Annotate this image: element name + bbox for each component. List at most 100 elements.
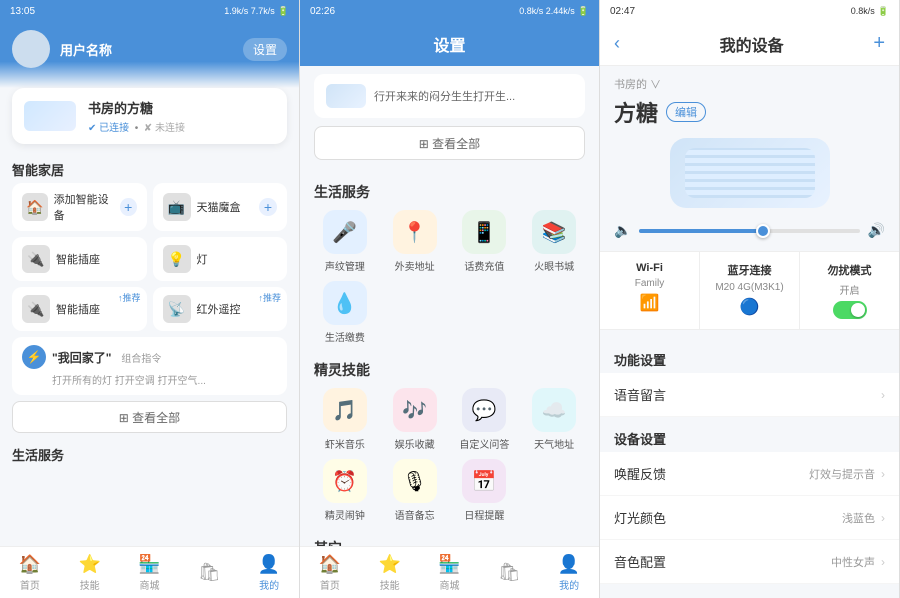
- ir-remote-item[interactable]: 📡 红外遥控 ↑推荐: [153, 287, 288, 331]
- nav-shop-1[interactable]: 🏪 商城: [120, 547, 180, 598]
- p2-top-card[interactable]: 行开来来的闷分生生打开生...: [314, 74, 585, 118]
- skill-weather[interactable]: ☁️ 天气地址: [523, 388, 585, 451]
- service-bookstore[interactable]: 📚 火眼书城: [523, 210, 585, 273]
- device-image: [24, 101, 76, 131]
- voice-config-row[interactable]: 音色配置 中性女声 ›: [600, 540, 899, 584]
- status-icons-3: 0.8k/s 🔋: [851, 6, 889, 17]
- nav-skills-1[interactable]: ⭐ 技能: [60, 547, 120, 598]
- weather-label: 天气地址: [534, 436, 574, 451]
- tmall-icon: 📺: [163, 193, 191, 221]
- p3-device-name: 方糖: [614, 96, 658, 128]
- combo-card[interactable]: ⚡ "我回家了" 组合指令 打开所有的灯 打开空调 打开空气...: [12, 337, 287, 395]
- info-grid: Wi-Fi Family 📶 蓝牙连接 M20 4G(M3K1) 🔵 勿扰模式 …: [600, 251, 899, 330]
- breadcrumb[interactable]: 书房的 ∨: [600, 66, 899, 94]
- add-smart-device[interactable]: 🏠 添加智能设备 +: [12, 183, 147, 231]
- bag-icon-2: 🛍: [498, 562, 521, 583]
- dnd-toggle[interactable]: [833, 301, 867, 319]
- status-icons-2: 0.8k/s 2.44k/s 🔋: [519, 6, 589, 17]
- light-color-value: 浅蓝色: [842, 510, 875, 526]
- tmall-box-item[interactable]: 📺 天猫魔盒 +: [153, 183, 288, 231]
- combo-top: ⚡ "我回家了" 组合指令: [22, 345, 277, 369]
- schedule-label: 日程提醒: [464, 507, 504, 522]
- life-services-grid: 🎤 声纹管理 📍 外卖地址 📱 话费充值 📚 火眼书城 💧 生活缴费: [300, 210, 599, 356]
- service-address[interactable]: 📍 外卖地址: [384, 210, 446, 273]
- settings-top-button[interactable]: 设置: [243, 38, 287, 61]
- p2-view-all-btn[interactable]: ⊞ 查看全部: [314, 126, 585, 160]
- view-all-button-1[interactable]: ⊞ 查看全部: [12, 401, 287, 433]
- wake-feedback-value: 灯效与提示音: [809, 466, 875, 482]
- dnd-cell[interactable]: 勿扰模式 开启: [800, 252, 899, 329]
- battery-icon-3: 🔋: [878, 6, 889, 17]
- light-item[interactable]: 💡 灯: [153, 237, 288, 281]
- bluetooth-icon: 🔵: [740, 297, 760, 317]
- func-settings-header: 功能设置: [600, 344, 899, 373]
- slider-thumb[interactable]: [756, 224, 770, 238]
- signal-text-3: 0.8k/s: [851, 6, 875, 16]
- skill-custom-qa[interactable]: 💬 自定义问答: [454, 388, 516, 451]
- tmall-plus[interactable]: +: [259, 198, 277, 216]
- nav-shop-2[interactable]: 🏪 商城: [420, 547, 480, 598]
- voice-memo-icon: 🎙: [393, 459, 437, 503]
- nav-mine-2[interactable]: 👤 我的: [539, 547, 599, 598]
- add-device-plus[interactable]: +: [120, 198, 136, 216]
- nav-bag-1[interactable]: 🛍: [179, 547, 239, 598]
- bookstore-icon: 📚: [532, 210, 576, 254]
- panel-2: 02:26 0.8k/s 2.44k/s 🔋 设置 行开来来的闷分生生打开生..…: [300, 0, 600, 598]
- schedule-icon: 📅: [462, 459, 506, 503]
- wifi-cell[interactable]: Wi-Fi Family 📶: [600, 252, 699, 329]
- device-stripes: [685, 148, 815, 198]
- smart-skills-title: 精灵技能: [300, 356, 599, 388]
- device-name: 书房的方糖: [88, 98, 185, 117]
- status-bar-1: 13:05 1.9k/s 7.7k/s 🔋: [0, 0, 299, 22]
- xiami-label: 虾米音乐: [325, 436, 365, 451]
- dnd-value: 开启: [840, 282, 860, 297]
- nav-home-1[interactable]: 🏠 首页: [0, 547, 60, 598]
- light-color-row[interactable]: 灯光颜色 浅蓝色 ›: [600, 496, 899, 540]
- bluetooth-cell[interactable]: 蓝牙连接 M20 4G(M3K1) 🔵: [700, 252, 799, 329]
- skill-entertainment[interactable]: 🎶 娱乐收藏: [384, 388, 446, 451]
- panel2-scroll: 生活服务 🎤 声纹管理 📍 外卖地址 📱 话费充值 📚 火眼书城 💧 生活缴费: [300, 170, 599, 546]
- smart-socket-2[interactable]: 🔌 智能插座 ↑推荐: [12, 287, 147, 331]
- mine-icon-1: 👤: [258, 554, 280, 575]
- header-2: 设置: [300, 22, 599, 66]
- service-voiceprint[interactable]: 🎤 声纹管理: [314, 210, 376, 273]
- nav-mine-1[interactable]: 👤 我的: [239, 547, 299, 598]
- nav-bag-2[interactable]: 🛍: [479, 547, 539, 598]
- panel3-header: ‹ 我的设备 +: [600, 22, 899, 66]
- skill-schedule[interactable]: 📅 日程提醒: [454, 459, 516, 522]
- time-2: 02:26: [310, 6, 335, 17]
- home-icon: 🏠: [19, 554, 41, 575]
- combo-icon: ⚡: [22, 345, 46, 369]
- light-label: 灯: [197, 251, 208, 267]
- nav-skills-2[interactable]: ⭐ 技能: [360, 547, 420, 598]
- skill-voice-memo[interactable]: 🎙 语音备忘: [384, 459, 446, 522]
- service-topup[interactable]: 📱 话费充值: [454, 210, 516, 273]
- voiceprint-icon: 🎤: [323, 210, 367, 254]
- smart-home-label: 智能家居: [0, 154, 299, 183]
- user-info-row: 用户名称 设置: [12, 30, 287, 68]
- skill-alarm[interactable]: ⏰ 精灵闹钟: [314, 459, 376, 522]
- voice-memo-setting-row[interactable]: 语音留言 ›: [600, 373, 899, 417]
- voiceprint-label: 声纹管理: [325, 258, 365, 273]
- wake-feedback-label: 唤醒反馈: [614, 464, 809, 483]
- add-device-button[interactable]: +: [873, 32, 885, 55]
- signal-text-2: 0.8k/s 2.44k/s: [519, 6, 575, 16]
- skills-icon-1: ⭐: [78, 554, 100, 575]
- nav-home-2[interactable]: 🏠 首页: [300, 547, 360, 598]
- device-card[interactable]: 书房的方糖 ✔ 已连接 • ✘ 未连接: [12, 88, 287, 144]
- edit-device-name-button[interactable]: 编辑: [666, 102, 706, 122]
- service-utility[interactable]: 💧 生活缴费: [314, 281, 376, 344]
- utility-label: 生活缴费: [325, 329, 365, 344]
- signal-text-1: 1.9k/s 7.7k/s: [224, 6, 275, 16]
- wake-feedback-row[interactable]: 唤醒反馈 灯效与提示音 ›: [600, 452, 899, 496]
- bookstore-label: 火眼书城: [534, 258, 574, 273]
- volume-slider[interactable]: [639, 229, 859, 233]
- back-button[interactable]: ‹: [614, 33, 620, 54]
- smart-socket-1[interactable]: 🔌 智能插座: [12, 237, 147, 281]
- address-label: 外卖地址: [395, 258, 435, 273]
- nav-home-label-1: 首页: [20, 577, 40, 592]
- skill-xiami[interactable]: 🎵 虾米音乐: [314, 388, 376, 451]
- socket1-label: 智能插座: [56, 251, 100, 267]
- chevron-voice-memo: ›: [881, 388, 885, 402]
- nav-mine-label-2: 我的: [559, 577, 579, 592]
